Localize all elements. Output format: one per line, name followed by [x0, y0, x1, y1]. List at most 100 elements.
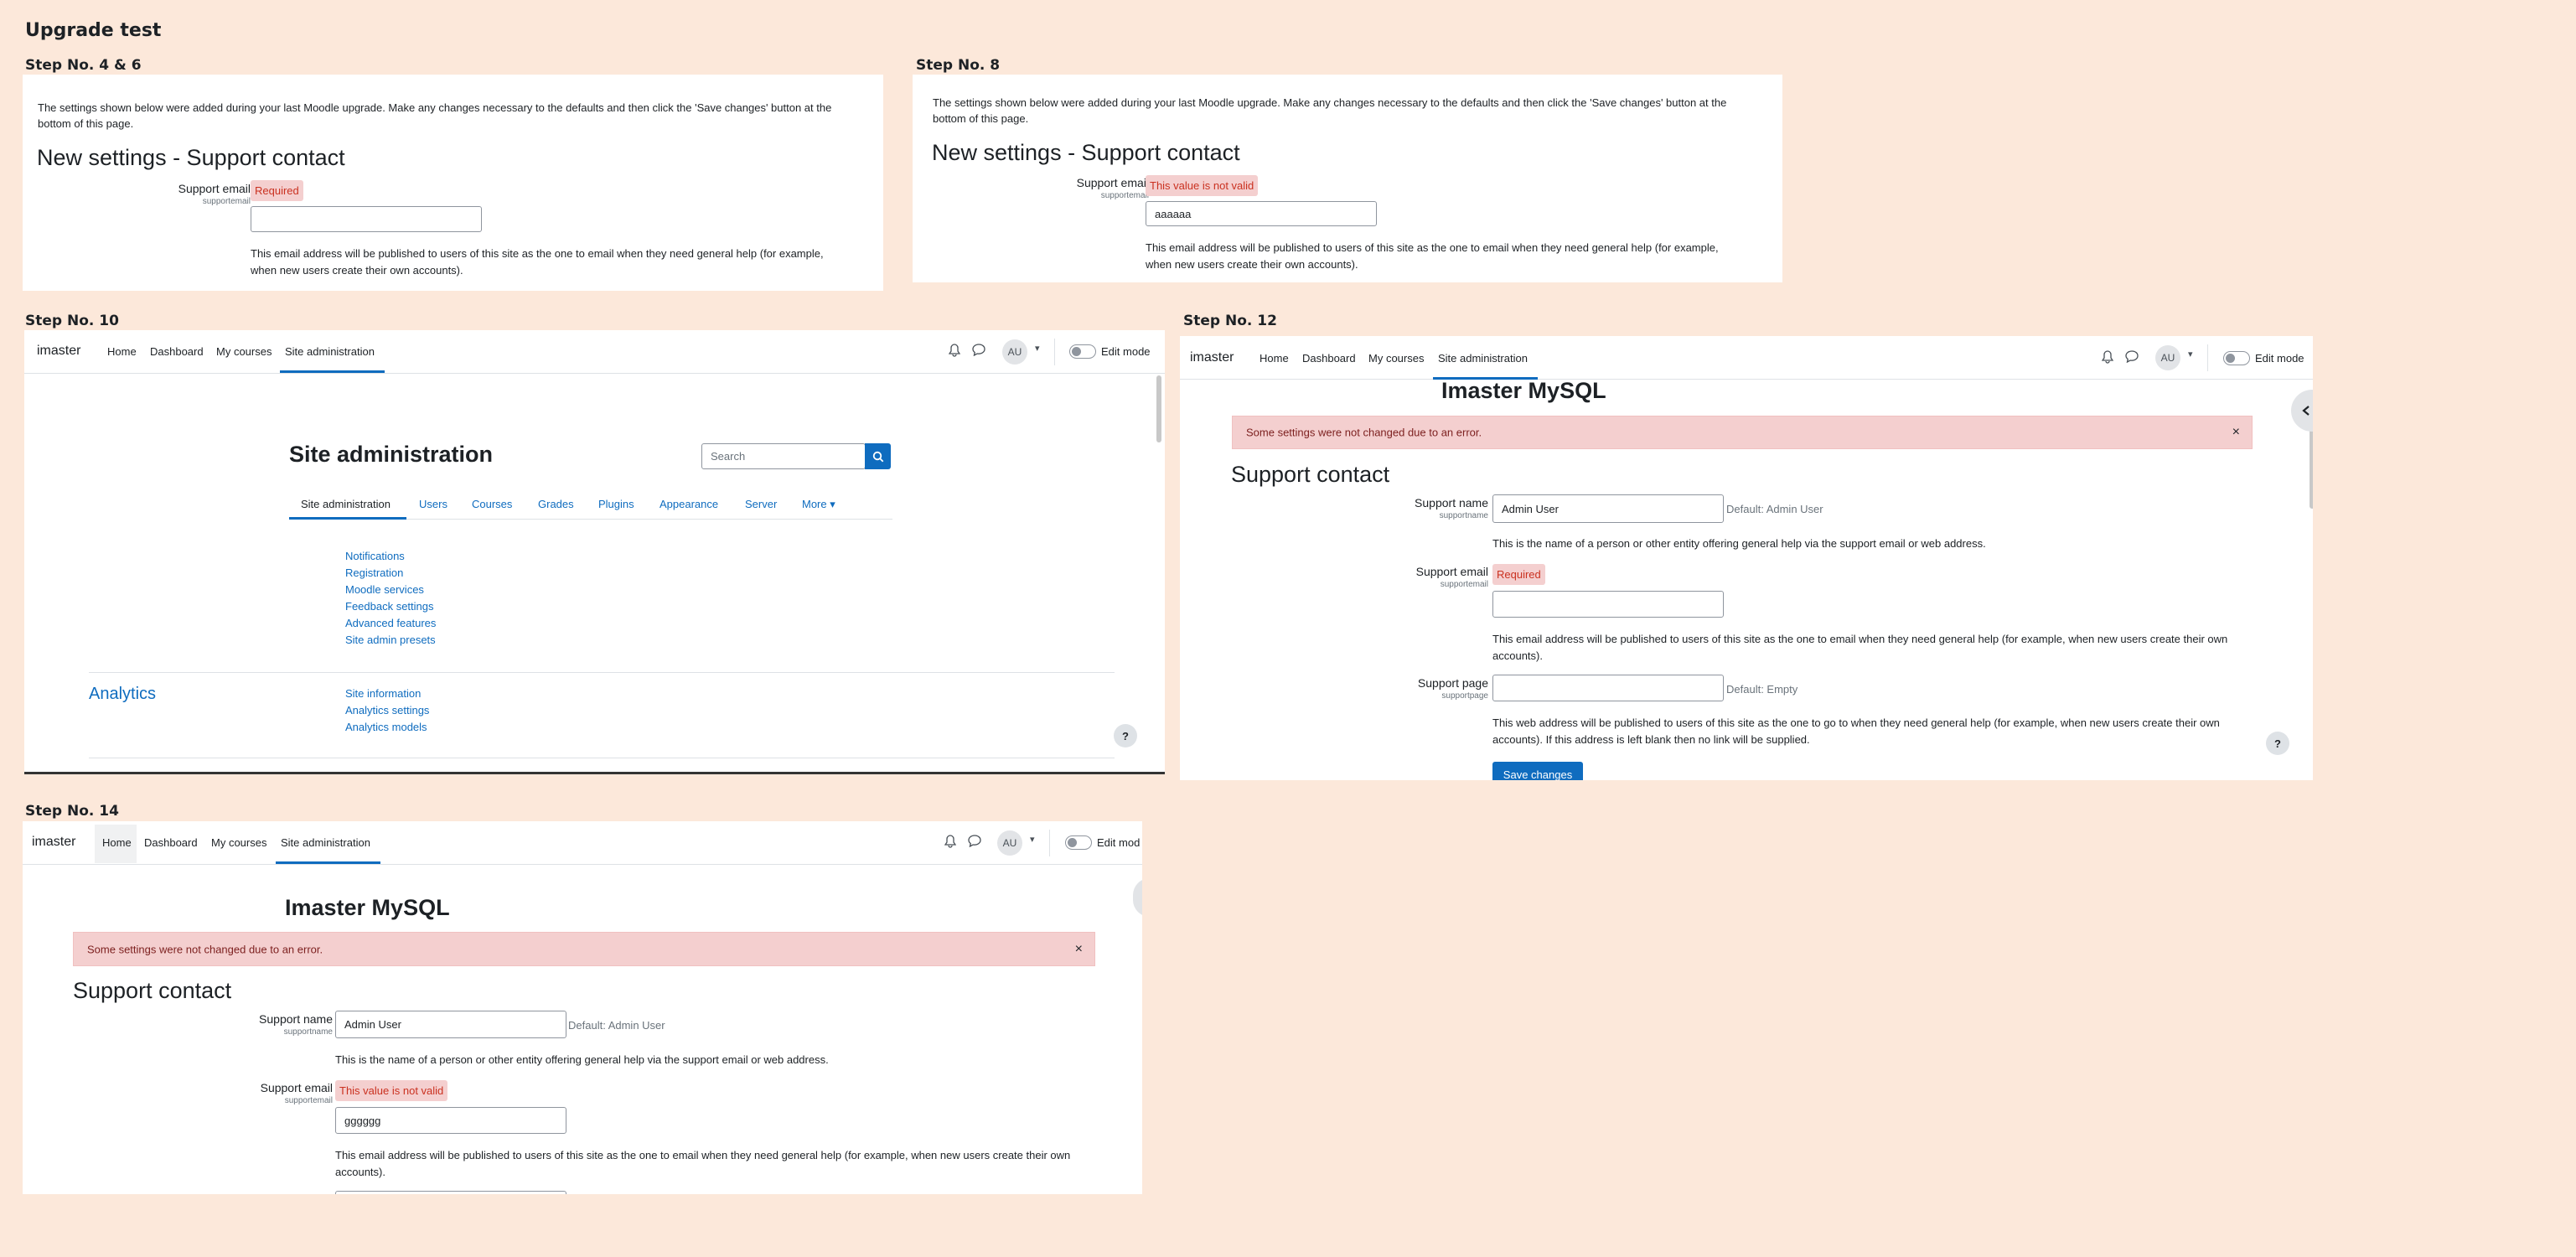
support-email-sub: supportemail — [284, 1096, 333, 1105]
nav-home[interactable]: Home — [102, 836, 132, 849]
support-email-desc: This email address will be published to … — [1146, 240, 1766, 273]
divider — [1049, 830, 1050, 856]
support-page-input-partial[interactable] — [335, 1191, 566, 1194]
tab-courses[interactable]: Courses — [472, 498, 512, 510]
nav-site-admin[interactable]: Site administration — [285, 345, 375, 358]
tab-more[interactable]: More ▾ — [802, 498, 835, 511]
support-email-input[interactable] — [251, 206, 482, 232]
tab-server[interactable]: Server — [745, 498, 777, 510]
link-feedback-settings[interactable]: Feedback settings — [345, 600, 434, 613]
edit-mode-toggle[interactable] — [1065, 835, 1092, 850]
new-settings-heading: New settings - Support contact — [37, 145, 345, 170]
brand[interactable]: imaster — [1190, 350, 1234, 365]
tab-grades[interactable]: Grades — [538, 498, 574, 510]
support-name-desc: This is the name of a person or other en… — [335, 1053, 829, 1066]
chevron-left-icon — [2302, 406, 2310, 416]
admin-tabs: Site administration Users Courses Grades… — [289, 491, 892, 520]
chat-icon[interactable] — [968, 835, 981, 850]
step-label-12: Step No. 12 — [1183, 313, 1277, 329]
not-valid-badge: This value is not valid — [335, 1080, 448, 1101]
support-email-input[interactable] — [1492, 591, 1724, 618]
help-icon[interactable]: ? — [2266, 732, 2289, 755]
link-advanced-features[interactable]: Advanced features — [345, 617, 436, 629]
support-email-label: Support email — [1076, 176, 1149, 189]
tab-plugins[interactable]: Plugins — [598, 498, 634, 510]
nav-dashboard[interactable]: Dashboard — [150, 345, 204, 358]
drawer-toggle[interactable] — [1133, 878, 1142, 917]
close-icon[interactable]: × — [2232, 425, 2240, 440]
help-icon[interactable]: ? — [1114, 724, 1137, 747]
support-email-desc: This email address will be published to … — [251, 246, 871, 279]
nav-my-courses[interactable]: My courses — [216, 345, 272, 358]
tab-site-administration[interactable]: Site administration — [301, 498, 391, 510]
nav-dashboard[interactable]: Dashboard — [144, 836, 198, 849]
nav-my-courses[interactable]: My courses — [211, 836, 266, 849]
edit-mode-toggle[interactable] — [2223, 351, 2250, 365]
scrollbar[interactable] — [2310, 428, 2313, 509]
chat-icon[interactable] — [972, 344, 985, 359]
divider — [89, 672, 1115, 673]
search-input[interactable]: Search — [701, 443, 866, 469]
save-changes-button[interactable]: Save changes — [1492, 762, 1583, 780]
nav-dashboard[interactable]: Dashboard — [1302, 352, 1356, 365]
link-site-information[interactable]: Site information — [345, 687, 421, 700]
analytics-heading[interactable]: Analytics — [89, 685, 156, 704]
support-name-input[interactable]: Admin User — [335, 1011, 566, 1038]
nav-site-admin[interactable]: Site administration — [1438, 352, 1528, 365]
intro-text: The settings shown below were added duri… — [38, 100, 876, 132]
scrollbar[interactable] — [1156, 375, 1161, 442]
link-site-admin-presets[interactable]: Site admin presets — [345, 634, 436, 646]
not-valid-badge: This value is not valid — [1146, 175, 1259, 196]
intro-line-2: bottom of this page. — [933, 112, 1029, 125]
brand[interactable]: imaster — [32, 835, 75, 850]
drawer-toggle[interactable] — [2291, 390, 2313, 432]
support-page-desc: This web address will be published to us… — [1492, 715, 2280, 748]
search-button[interactable] — [865, 443, 891, 469]
divider — [2207, 344, 2208, 371]
edit-mode-label: Edit mod — [1097, 836, 1141, 849]
avatar[interactable]: AU — [1002, 339, 1027, 365]
chat-icon[interactable] — [2125, 350, 2139, 365]
nav-home[interactable]: Home — [1260, 352, 1289, 365]
support-email-sub: supportemail — [202, 197, 251, 206]
link-analytics-settings[interactable]: Analytics settings — [345, 704, 429, 716]
nav-home[interactable]: Home — [107, 345, 137, 358]
brand[interactable]: imaster — [37, 344, 80, 359]
avatar-caret-icon[interactable]: ▾ — [1035, 343, 1040, 354]
tab-appearance[interactable]: Appearance — [660, 498, 718, 510]
close-icon[interactable]: × — [1075, 942, 1083, 957]
error-alert: Some settings were not changed due to an… — [1232, 416, 2253, 449]
support-email-desc-2: when new users create their own accounts… — [1146, 258, 1358, 271]
nav-site-admin[interactable]: Site administration — [281, 836, 370, 849]
link-moodle-services[interactable]: Moodle services — [345, 583, 424, 596]
avatar[interactable]: AU — [2155, 345, 2180, 370]
support-email-desc: This email address will be published to … — [335, 1147, 1123, 1181]
edit-mode-toggle[interactable] — [1069, 344, 1096, 359]
support-email-input[interactable]: aaaaaa — [1146, 201, 1377, 226]
bell-icon[interactable] — [944, 835, 957, 851]
support-email-desc-2: accounts). — [1492, 649, 1543, 662]
avatar-caret-icon[interactable]: ▾ — [1030, 834, 1035, 845]
support-contact-heading: Support contact — [1231, 462, 1390, 487]
new-settings-heading: New settings - Support contact — [932, 140, 1240, 165]
support-page-input[interactable] — [1492, 675, 1724, 701]
nav-my-courses[interactable]: My courses — [1368, 352, 1424, 365]
support-email-input[interactable]: gggggg — [335, 1107, 566, 1134]
avatar[interactable]: AU — [997, 830, 1022, 856]
support-email-desc: This email address will be published to … — [1492, 631, 2280, 665]
panel-step-12: imaster Home Dashboard My courses Site a… — [1180, 336, 2313, 780]
support-email-label: Support email — [178, 182, 251, 195]
link-analytics-models[interactable]: Analytics models — [345, 721, 427, 733]
support-email-label: Support email — [260, 1081, 333, 1094]
link-registration[interactable]: Registration — [345, 566, 403, 579]
link-notifications[interactable]: Notifications — [345, 550, 405, 562]
bell-icon[interactable] — [948, 344, 961, 360]
bell-icon[interactable] — [2101, 350, 2114, 366]
error-alert-text: Some settings were not changed due to an… — [1246, 426, 1482, 439]
tab-active-indicator — [289, 517, 406, 520]
required-badge: Required — [251, 180, 303, 201]
tab-users[interactable]: Users — [419, 498, 447, 510]
avatar-caret-icon[interactable]: ▾ — [2188, 349, 2193, 360]
navbar: imaster Home Dashboard My courses Site a… — [24, 330, 1165, 374]
support-name-input[interactable]: Admin User — [1492, 494, 1724, 523]
